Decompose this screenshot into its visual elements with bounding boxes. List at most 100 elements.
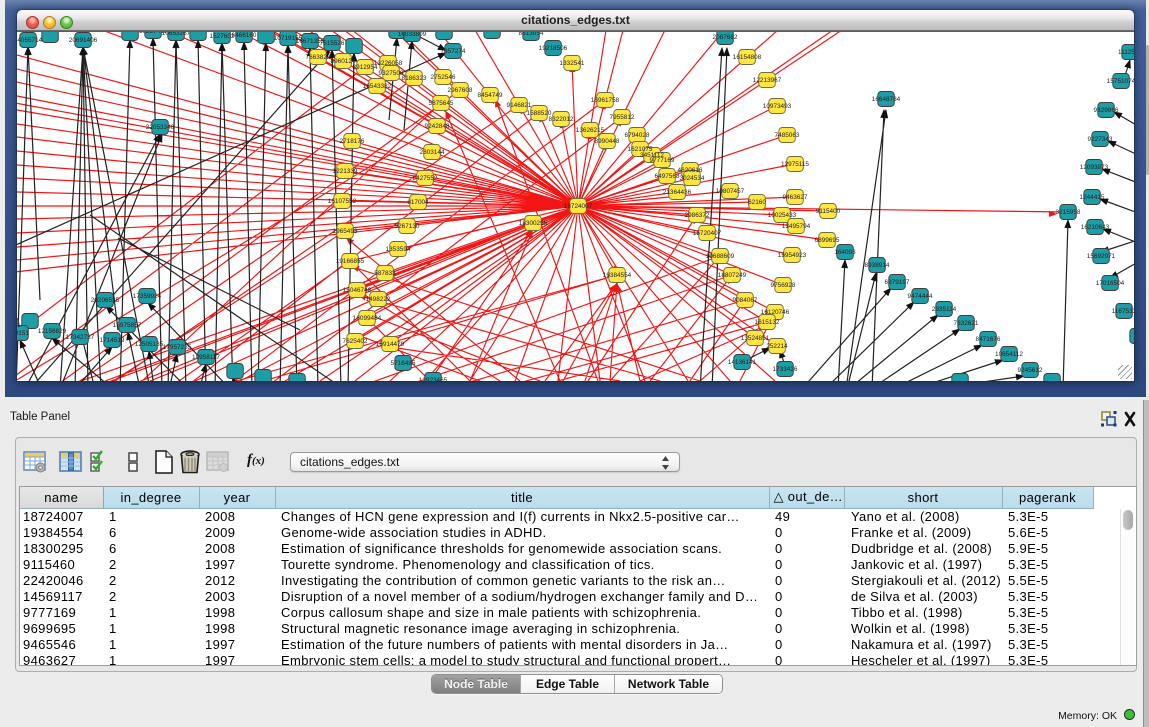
svg-text:21364436: 21364436 [663, 189, 692, 196]
svg-text:18807249: 18807249 [718, 272, 747, 279]
svg-text:164093: 164093 [834, 249, 856, 256]
svg-text:19218506: 19218506 [539, 45, 568, 52]
svg-text:9242848: 9242848 [425, 123, 450, 130]
svg-text:5875645: 5875645 [429, 100, 454, 107]
svg-text:13626215: 13626215 [576, 127, 605, 134]
svg-text:22053346: 22053346 [146, 124, 175, 131]
svg-text:16099484: 16099484 [353, 315, 382, 322]
svg-text:9115400: 9115400 [816, 208, 841, 215]
svg-text:14055714: 14055714 [17, 37, 43, 44]
svg-text:5716485: 5716485 [391, 360, 416, 367]
svg-text:10025433: 10025433 [768, 212, 797, 219]
svg-text:16543382: 16543382 [363, 83, 392, 90]
svg-text:2718176: 2718176 [340, 138, 365, 145]
svg-text:18724007: 18724007 [564, 203, 593, 210]
svg-text:1221339: 1221339 [333, 168, 358, 175]
svg-text:12156829: 12156829 [38, 328, 67, 335]
svg-text:19166855: 19166855 [336, 258, 365, 265]
svg-text:17016504: 17016504 [1096, 280, 1125, 287]
svg-text:2935114: 2935114 [932, 306, 957, 313]
svg-text:2752546: 2752546 [431, 74, 456, 81]
svg-text:15954923: 15954923 [778, 252, 807, 259]
svg-text:1498222: 1498222 [366, 296, 391, 303]
svg-text:9463627: 9463627 [783, 194, 808, 201]
svg-text:17342737: 17342737 [66, 334, 95, 341]
svg-text:587833: 587833 [374, 270, 396, 277]
svg-text:1244415: 1244415 [1080, 194, 1105, 201]
svg-text:15692971: 15692971 [1087, 253, 1116, 260]
svg-text:9084067: 9084067 [733, 297, 758, 304]
svg-text:7955812: 7955812 [610, 114, 635, 121]
svg-text:1112549: 1112549 [1118, 49, 1134, 56]
svg-text:13495794: 13495794 [782, 223, 811, 230]
svg-text:8471676: 8471676 [976, 336, 1001, 343]
svg-text:2087682: 2087682 [713, 34, 738, 41]
svg-text:1965493: 1965493 [333, 228, 358, 235]
svg-text:10958117: 10958117 [192, 354, 220, 361]
svg-text:8322012: 8322012 [549, 116, 574, 123]
svg-text:2967608: 2967608 [448, 87, 473, 94]
svg-text:9756928: 9756928 [771, 282, 796, 289]
svg-text:13226058: 13226058 [374, 60, 403, 67]
svg-text:16648784: 16648784 [872, 96, 901, 103]
svg-text:16120746: 16120746 [761, 309, 790, 316]
svg-text:7857274: 7857274 [441, 48, 466, 55]
svg-text:8990448: 8990448 [595, 138, 620, 145]
svg-text:6466160: 6466160 [232, 32, 257, 39]
svg-text:10688609: 10688609 [706, 253, 735, 260]
svg-text:6899695: 6899695 [815, 237, 840, 244]
svg-text:6879197: 6879197 [885, 279, 910, 286]
svg-text:16914479: 16914479 [376, 341, 405, 348]
svg-text:1714519: 1714519 [100, 337, 125, 344]
svg-text:1167533: 1167533 [1112, 308, 1134, 315]
svg-text:1353594: 1353594 [386, 246, 411, 253]
svg-text:20206535: 20206535 [91, 297, 120, 304]
svg-text:16107552: 16107552 [328, 198, 357, 205]
svg-text:15046748: 15046748 [343, 287, 372, 294]
svg-text:14136141: 14136141 [728, 359, 757, 366]
svg-text:3215958: 3215958 [1056, 209, 1081, 216]
svg-text:12975115: 12975115 [781, 161, 809, 168]
svg-text:817004: 817004 [407, 199, 429, 206]
svg-text:12505135: 12505135 [135, 341, 164, 348]
svg-text:2986372: 2986372 [685, 212, 710, 219]
svg-text:1332541: 1332541 [560, 60, 585, 67]
svg-text:7485063: 7485063 [775, 132, 800, 139]
svg-text:18300295: 18300295 [519, 220, 548, 227]
svg-text:15975857: 15975857 [113, 322, 142, 329]
svg-text:4620616: 4620616 [678, 167, 703, 174]
svg-text:16961758: 16961758 [591, 97, 620, 104]
svg-text:9227343: 9227343 [1088, 136, 1113, 143]
svg-text:3024534: 3024534 [680, 175, 705, 182]
svg-text:9245612: 9245612 [1018, 367, 1043, 374]
svg-text:10807457: 10807457 [716, 188, 745, 195]
svg-text:17359924: 17359924 [133, 293, 162, 300]
svg-text:17957235: 17957235 [163, 344, 192, 351]
svg-text:10973493: 10973493 [763, 103, 792, 110]
svg-text:252214: 252214 [766, 343, 788, 350]
svg-text:9777169: 9777169 [650, 157, 675, 164]
svg-text:16210643: 16210643 [1081, 224, 1110, 231]
svg-text:2803144: 2803144 [420, 149, 445, 156]
svg-text:9329966: 9329966 [1094, 107, 1119, 114]
svg-text:16154808: 16154808 [733, 54, 762, 61]
svg-text:39151: 39151 [17, 330, 29, 337]
svg-text:19384554: 19384554 [603, 272, 632, 279]
svg-text:15720407: 15720407 [693, 230, 722, 237]
svg-text:8454749: 8454749 [478, 92, 503, 99]
svg-text:8186323: 8186323 [402, 75, 427, 82]
svg-text:9327508: 9327508 [379, 70, 404, 77]
svg-text:465001: 465001 [17, 322, 21, 329]
svg-text:7632621: 7632621 [954, 320, 979, 327]
svg-text:20691406: 20691406 [69, 37, 98, 44]
svg-text:12093873: 12093873 [1080, 164, 1109, 171]
svg-text:10654112: 10654112 [995, 351, 1023, 358]
svg-text:8938914: 8938914 [865, 262, 890, 269]
svg-text:7663822: 7663822 [306, 54, 331, 61]
svg-text:16033809: 16033809 [398, 32, 427, 38]
svg-text:15751074: 15751074 [1107, 78, 1134, 85]
svg-text:1615132: 1615132 [755, 319, 780, 326]
svg-text:6794028: 6794028 [625, 132, 650, 139]
svg-text:8427552: 8427552 [413, 175, 438, 182]
svg-text:7625402: 7625402 [343, 338, 368, 345]
